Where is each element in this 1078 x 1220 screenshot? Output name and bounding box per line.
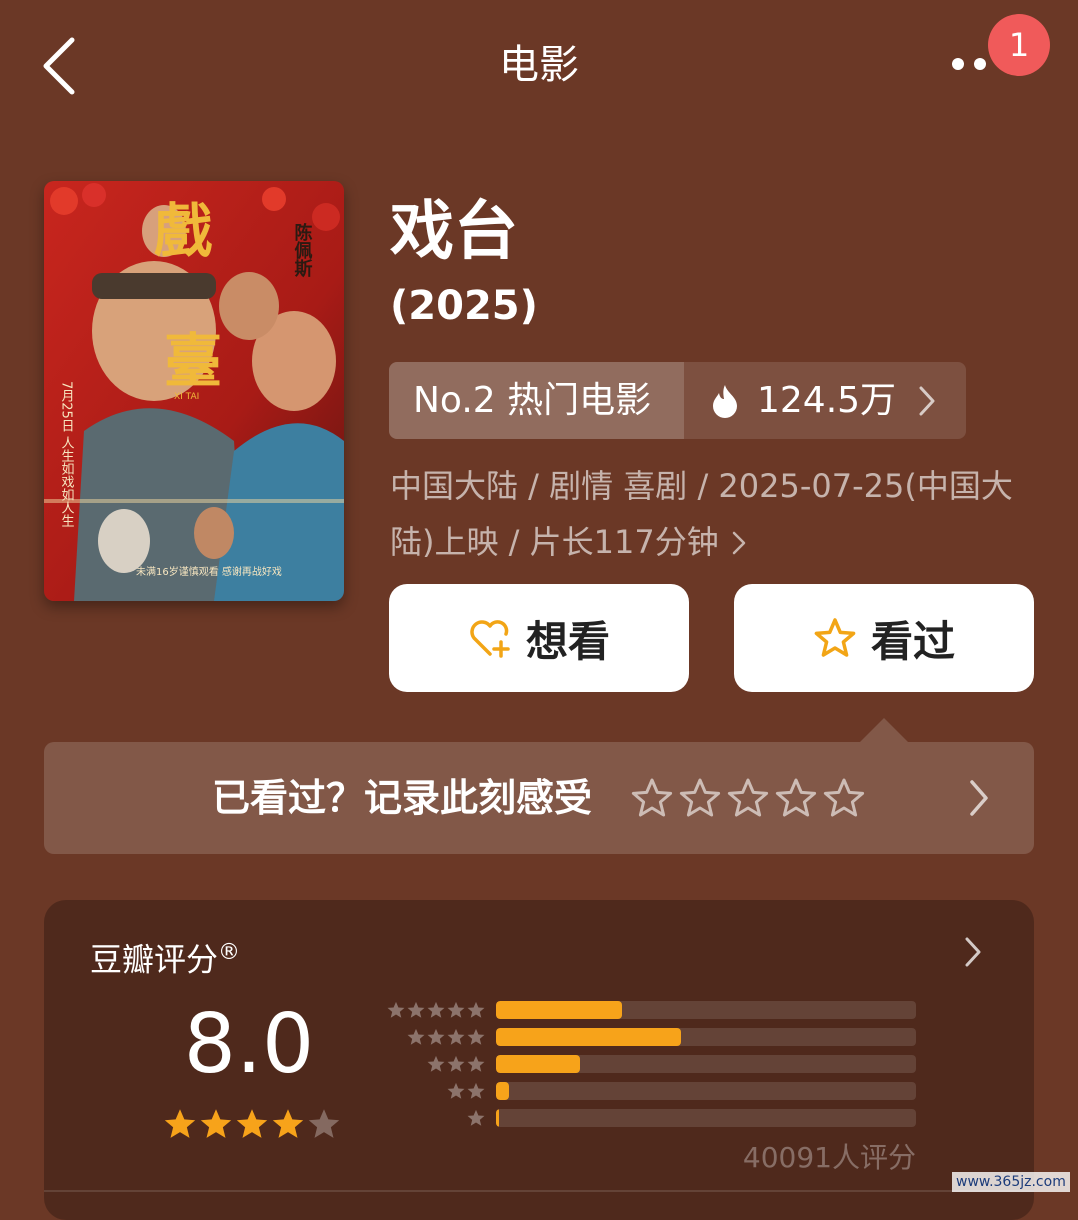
rank-label: No.2 热门电影 [413, 380, 652, 421]
douban-rating-card[interactable]: 豆瓣评分® 8.0 40091人评分 [44, 900, 1034, 1220]
star-small-icon [427, 1028, 445, 1045]
rating-score: 8.0 [183, 997, 315, 1092]
star-filled-icon [200, 1109, 232, 1138]
rating-title-text: 豆瓣评分 [90, 940, 219, 979]
distribution-bar-fill [496, 1028, 681, 1046]
seen-label: 看过 [870, 616, 955, 666]
star-small-icon [447, 1055, 465, 1072]
distribution-stars-1 [378, 1108, 486, 1128]
page-title: 电影 [499, 42, 579, 88]
watermark: www.365jz.com [952, 1172, 1070, 1192]
heat-value: 124.5万 [757, 380, 897, 421]
popover-pointer [860, 718, 908, 742]
star-empty-icon [308, 1109, 340, 1138]
star-small-icon [467, 1055, 485, 1072]
star-small-icon [427, 1001, 445, 1018]
record-prompt: 已看过？记录此刻感受 [212, 776, 593, 820]
star-small-icon [427, 1055, 445, 1072]
rating-title: 豆瓣评分® [90, 932, 240, 981]
record-feeling-bar[interactable]: 已看过？记录此刻感受 [44, 742, 1034, 854]
star-small-icon [447, 1001, 465, 1018]
star-outline-icon[interactable] [774, 776, 818, 820]
distribution-bar-track [496, 1028, 916, 1046]
star-outline-icon[interactable] [726, 776, 770, 820]
movie-year: (2025) [390, 283, 538, 329]
registered-mark: ® [218, 940, 241, 965]
star-small-icon [447, 1082, 465, 1099]
star-outline-icon[interactable] [630, 776, 674, 820]
distribution-stars-2 [378, 1081, 486, 1101]
fire-icon [713, 385, 737, 418]
movie-title: 戏台 [390, 195, 518, 269]
distribution-bar-track [496, 1082, 916, 1100]
distribution-bar-fill [496, 1109, 499, 1127]
distribution-bar-fill [496, 1001, 622, 1019]
divider [44, 1190, 1034, 1192]
rank-heat-box[interactable]: No.2 热门电影 124.5万 [389, 362, 966, 439]
star-small-icon [467, 1028, 485, 1045]
distribution-bar-track [496, 1109, 916, 1127]
star-small-icon [407, 1001, 425, 1018]
star-filled-icon [272, 1109, 304, 1138]
distribution-stars-3 [378, 1054, 486, 1074]
chevron-right-icon [970, 780, 988, 816]
star-filled-icon [236, 1109, 268, 1138]
chevron-right-icon [732, 531, 745, 555]
notification-badge[interactable]: 1 [988, 14, 1050, 76]
star-small-icon [407, 1028, 425, 1045]
poster-bottom-text: 未满16岁谨慎观看 感谢再战好戏 [136, 565, 282, 578]
more-options-icon[interactable] [950, 56, 994, 72]
score-stars [162, 1106, 342, 1142]
distribution-bar-track [496, 1001, 916, 1019]
distribution-stars-4 [378, 1027, 486, 1047]
poster-side-text: 7月25日 人生如戏如人生 [59, 381, 75, 527]
star-filled-icon [164, 1109, 196, 1138]
star-outline-icon[interactable] [678, 776, 722, 820]
star-small-icon [467, 1001, 485, 1018]
rating-input-stars[interactable] [630, 776, 866, 820]
star-small-icon [467, 1082, 485, 1099]
heart-plus-icon [470, 620, 510, 658]
want-label: 想看 [525, 616, 610, 666]
movie-meta[interactable]: 中国大陆 / 剧情 喜剧 / 2025-07-25(中国大陆)上映 / 片长11… [390, 458, 1030, 570]
distribution-bar-fill [496, 1055, 580, 1073]
rating-count: 40091人评分 [742, 1141, 916, 1174]
meta-text: 中国大陆 / 剧情 喜剧 / 2025-07-25(中国大陆)上映 / 片长11… [390, 467, 1013, 561]
star-outline-icon [814, 618, 856, 657]
distribution-stars-5 [378, 1000, 486, 1020]
chevron-right-icon[interactable] [964, 936, 982, 968]
poster-latin-title: XI TAI [174, 392, 199, 402]
poster-director: 陈佩斯 [292, 222, 313, 278]
chevron-right-icon [919, 386, 935, 416]
distribution-bar-fill [496, 1082, 509, 1100]
star-outline-icon[interactable] [822, 776, 866, 820]
watched-button[interactable]: 看过 [734, 584, 1034, 692]
poster-calligraphy-lower: 臺 [164, 327, 222, 395]
star-small-icon [387, 1001, 405, 1018]
want-to-watch-button[interactable]: 想看 [389, 584, 689, 692]
star-small-icon [467, 1109, 485, 1126]
distribution-bar-track [496, 1055, 916, 1073]
poster-calligraphy-upper: 戲 [154, 197, 212, 265]
movie-poster[interactable]: 戲 臺 XI TAI 陈佩斯 7月25日 人生如戏如人生 未满16岁谨慎观看 感… [44, 181, 344, 601]
star-small-icon [447, 1028, 465, 1045]
